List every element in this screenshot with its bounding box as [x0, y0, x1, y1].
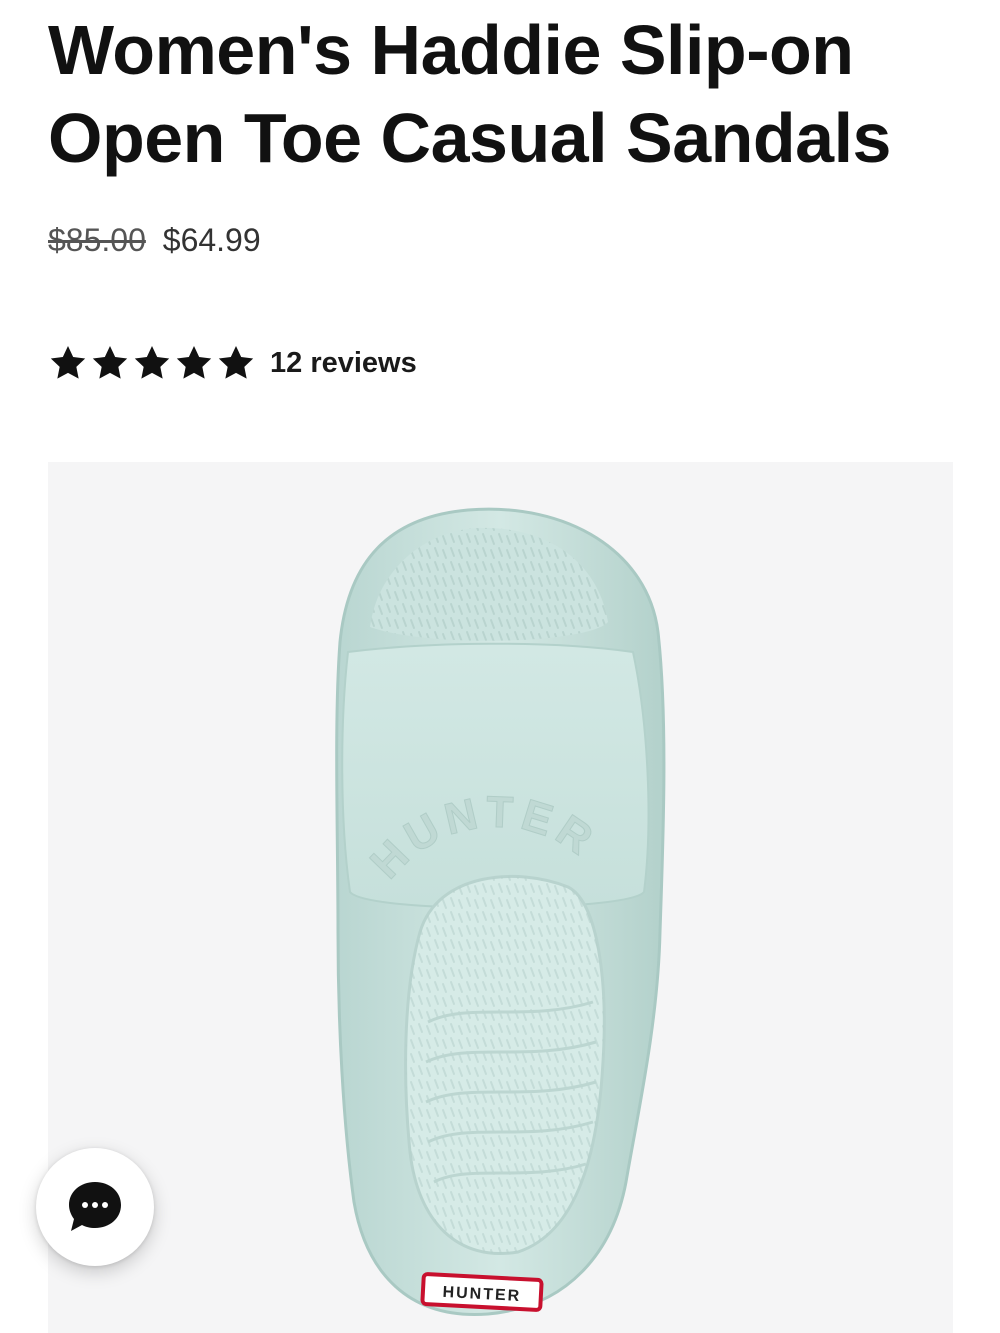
star-icon	[176, 346, 212, 379]
sale-price: $64.99	[162, 222, 261, 258]
reviews-link[interactable]: 12 reviews	[270, 347, 417, 380]
original-price: $85.00	[48, 222, 146, 258]
star-rating	[48, 343, 256, 383]
chat-button[interactable]	[36, 1148, 154, 1266]
product-title: Women's Haddie Slip-on Open Toe Casual S…	[48, 11, 892, 177]
star-icon	[134, 346, 170, 379]
star-icon	[92, 346, 128, 379]
brand-tag: HUNTER	[420, 1272, 544, 1312]
sandal-illustration: HUNTER HUNTER	[335, 507, 666, 1316]
star-icon	[218, 346, 254, 379]
rating-row[interactable]: 12 reviews	[48, 341, 417, 385]
price-row: $85.00 $64.99	[48, 220, 261, 260]
chat-bubble-icon	[69, 1182, 121, 1231]
product-image[interactable]: HUNTER HUNTER	[48, 462, 953, 1333]
star-icon	[50, 346, 86, 379]
